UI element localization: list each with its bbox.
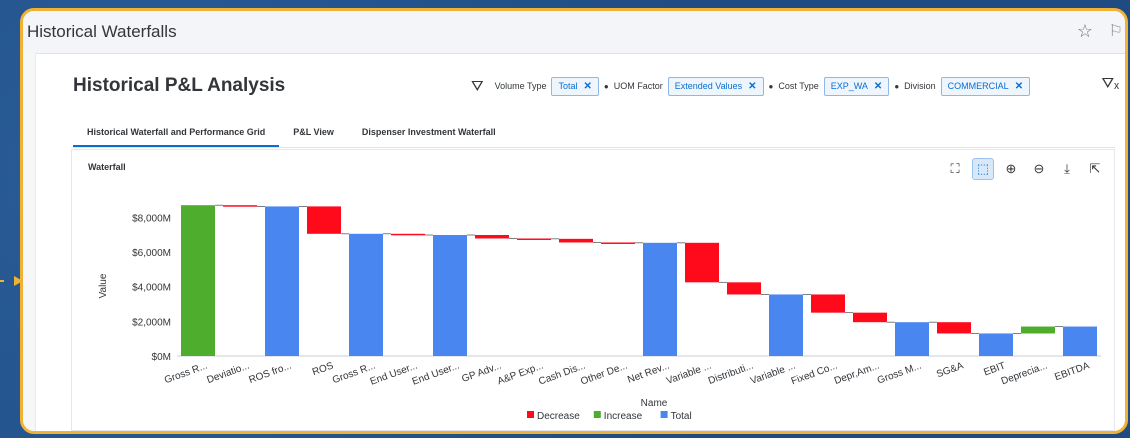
- x-tick-label: Variable ...: [665, 360, 713, 386]
- x-tick-label: Gross M...: [876, 360, 923, 386]
- zoom-fit-icon[interactable]: ⛶: [944, 158, 966, 180]
- waterfall-bar: [727, 282, 761, 295]
- favorite-star-icon[interactable]: ☆: [1077, 21, 1093, 42]
- filter-value: Extended Values: [674, 81, 743, 91]
- tab-historical-waterfall[interactable]: Historical Waterfall and Performance Gri…: [73, 123, 280, 147]
- separator-dot: ●: [603, 81, 609, 91]
- window-header: Historical Waterfalls ☆ ⚐: [23, 11, 1125, 54]
- waterfall-bar: [433, 235, 467, 356]
- remove-filter-icon[interactable]: ✕: [1015, 81, 1023, 92]
- tab-bar: Historical Waterfall and Performance Gri…: [73, 123, 510, 147]
- waterfall-bar: [517, 238, 551, 240]
- waterfall-bar: [307, 206, 341, 234]
- waterfall-card: Waterfall ⛶ ⬚ ⊕ ⊖ ⤓ ⇱ $0M $2,000M $4,000M $…: [71, 149, 1115, 431]
- remove-filter-icon[interactable]: ✕: [748, 81, 756, 92]
- waterfall-bar: [349, 233, 383, 356]
- x-tick-label: EBITDA: [1053, 360, 1091, 383]
- x-tick-label: Depr,Am...: [833, 360, 881, 386]
- waterfall-bar: [643, 242, 677, 356]
- legend-swatch: [527, 411, 534, 418]
- window-title: Historical Waterfalls: [27, 22, 177, 41]
- waterfall-bar: [685, 242, 719, 283]
- separator-dot: ●: [894, 81, 900, 91]
- x-tick-label: End User...: [411, 360, 461, 387]
- x-tick-label: Fixed Co...: [790, 360, 839, 387]
- x-tick-label: Net Rev...: [626, 360, 671, 385]
- tab-pl-view[interactable]: P&L View: [279, 123, 348, 147]
- y-tick-label: $0M: [152, 352, 171, 363]
- filter-chip-cost-type[interactable]: EXP_WA ✕: [823, 76, 890, 96]
- left-rail: [23, 53, 36, 431]
- waterfall-bar: [181, 205, 215, 356]
- y-axis-title: Value: [98, 273, 109, 298]
- filter-value: Total: [558, 81, 578, 91]
- filter-bar: ⛛ Volume Type Total ✕ ● UOM Factor Extend…: [471, 75, 1031, 97]
- x-tick-label: Variable ...: [749, 360, 797, 386]
- filter-label-cost-type: Cost Type: [778, 81, 819, 91]
- waterfall-bar: [811, 294, 845, 313]
- waterfall-bar: [1063, 326, 1097, 356]
- waterfall-bar: [895, 322, 929, 356]
- waterfall-bar: [265, 206, 299, 356]
- x-tick-label: Gross R...: [163, 360, 209, 386]
- filter-value: EXP_WA: [830, 81, 868, 91]
- waterfall-bar: [979, 333, 1013, 356]
- waterfall-bar: [1021, 326, 1055, 334]
- separator-dot: ●: [768, 81, 774, 91]
- legend-label: Decrease: [537, 411, 580, 422]
- x-axis-title: Name: [641, 398, 668, 409]
- x-tick-label: Deprecia...: [1000, 360, 1049, 387]
- waterfall-bar: [769, 294, 803, 356]
- y-tick-label: $4,000M: [132, 283, 171, 294]
- clear-filters-icon[interactable]: ⛛ₓ: [1101, 75, 1119, 92]
- select-zoom-icon[interactable]: ⬚: [972, 158, 994, 180]
- waterfall-chart: $0M $2,000M $4,000M $6,000M $8,000M Value Gros…: [98, 204, 1101, 422]
- tab-dispenser-investment[interactable]: Dispenser Investment Waterfall: [348, 123, 510, 147]
- x-tick-label: Deviatio...: [205, 360, 251, 386]
- card-title: Waterfall: [88, 162, 126, 172]
- filter-chip-volume-type[interactable]: Total ✕: [551, 76, 599, 96]
- zoom-out-icon[interactable]: ⊖: [1028, 158, 1050, 180]
- fullscreen-icon[interactable]: ⇱: [1084, 158, 1106, 180]
- waterfall-bar: [391, 233, 425, 236]
- callout-arrow-line: [0, 280, 4, 282]
- filter-chip-uom-factor[interactable]: Extended Values ✕: [667, 76, 764, 96]
- chart-toolbar: ⛶ ⬚ ⊕ ⊖ ⤓ ⇱: [944, 158, 1106, 180]
- y-tick-label: $8,000M: [132, 213, 171, 224]
- x-tick-label: SG&A: [935, 360, 965, 380]
- waterfall-bar: [601, 242, 635, 244]
- waterfall-bar: [559, 238, 593, 243]
- y-tick-label: $6,000M: [132, 248, 171, 259]
- x-tick-label: End User...: [369, 360, 419, 387]
- bookmark-icon[interactable]: ⚐: [1109, 21, 1123, 41]
- legend-swatch: [593, 411, 601, 418]
- remove-filter-icon[interactable]: ✕: [584, 81, 592, 92]
- download-icon[interactable]: ⤓: [1056, 158, 1078, 180]
- filter-value: COMMERCIAL: [947, 81, 1009, 91]
- remove-filter-icon[interactable]: ✕: [874, 81, 882, 92]
- waterfall-bar: [937, 322, 971, 334]
- waterfall-bar: [223, 205, 257, 207]
- x-tick-label: Cash Dis...: [537, 360, 587, 387]
- filter-funnel-icon[interactable]: ⛛: [471, 78, 484, 95]
- x-tick-label: ROS fro...: [247, 360, 293, 386]
- legend-label: Total: [671, 411, 692, 422]
- x-tick-label: Distributi...: [707, 360, 755, 386]
- zoom-in-icon[interactable]: ⊕: [1000, 158, 1022, 180]
- filter-chip-division[interactable]: COMMERCIAL ✕: [940, 76, 1031, 96]
- x-tick-label: Other De...: [579, 360, 629, 387]
- waterfall-bar: [853, 312, 887, 323]
- filter-label-volume-type: Volume Type: [494, 81, 547, 91]
- x-tick-label: A&P Exp...: [496, 360, 545, 387]
- page-title: Historical P&L Analysis: [73, 75, 286, 96]
- waterfall-bar: [475, 235, 509, 239]
- legend-label: Increase: [604, 411, 643, 422]
- tab-divider: [73, 147, 1115, 148]
- filter-label-uom-factor: UOM Factor: [613, 81, 663, 91]
- legend-swatch: [660, 411, 668, 418]
- filter-label-division: Division: [904, 81, 936, 91]
- app-window: Historical Waterfalls ☆ ⚐ Historical P&L…: [20, 8, 1128, 434]
- y-tick-label: $2,000M: [132, 317, 171, 328]
